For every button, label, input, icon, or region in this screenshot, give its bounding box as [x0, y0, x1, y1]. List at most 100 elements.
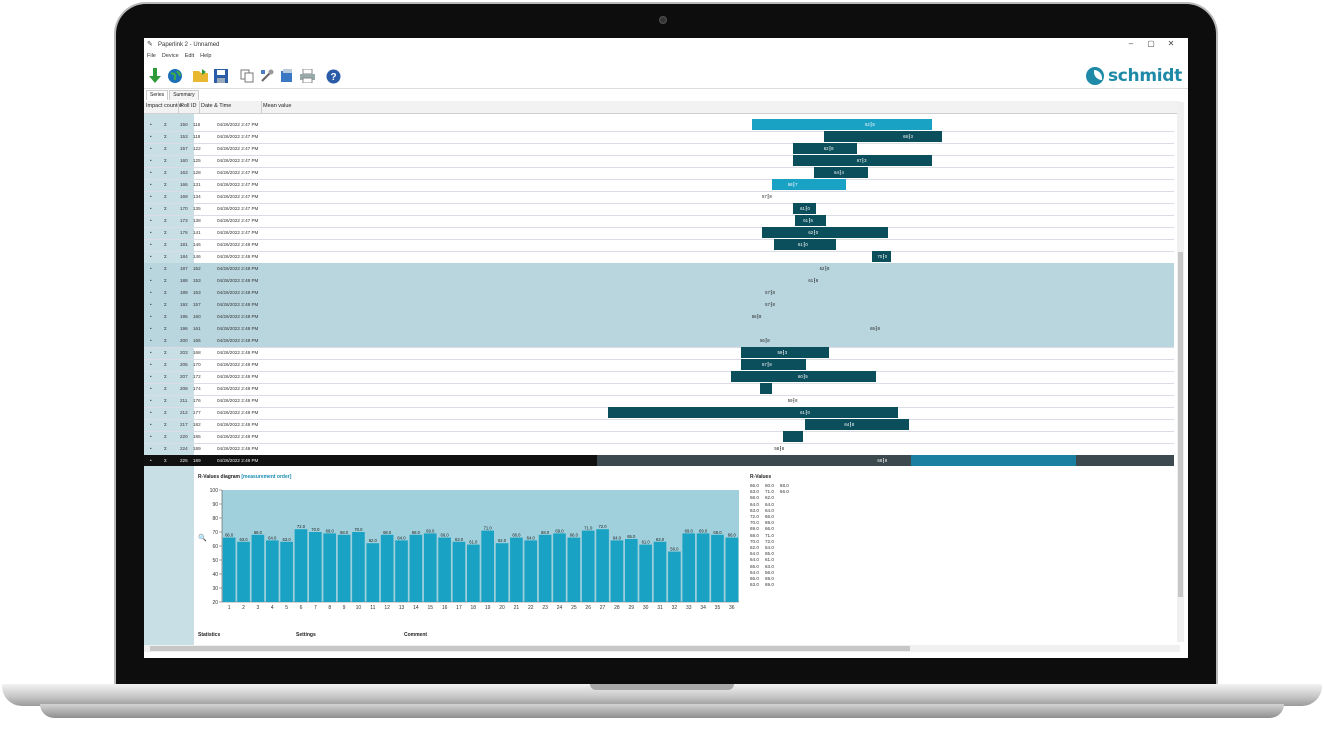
horizontal-scroll-thumb[interactable]: [150, 646, 910, 651]
y-tick-label: 70: [212, 530, 218, 536]
help-icon[interactable]: ?: [324, 67, 342, 85]
tab-series[interactable]: Series: [146, 90, 169, 100]
row-sum-icon: Σ: [164, 386, 167, 391]
impact-counter-cell: 166: [180, 182, 188, 187]
column-divider[interactable]: [199, 101, 200, 113]
mean-value-marker: 56┇8: [751, 314, 762, 319]
x-tick-label: 9: [343, 605, 346, 611]
menu-edit[interactable]: Edit: [185, 53, 194, 62]
svg-text:?: ?: [330, 72, 336, 83]
bar-data-label: 66.0: [441, 533, 450, 538]
bar-data-label: 71.0: [484, 526, 493, 531]
impact-counter-cell: 187: [180, 266, 188, 271]
mean-value-marker: 62┇8: [865, 122, 875, 127]
chart-bar: [510, 537, 523, 602]
roll-id-cell: 160: [193, 314, 201, 319]
mean-value-marker: 60┇5: [798, 374, 808, 379]
x-tick-label: 22: [528, 605, 534, 611]
app-window: ✎ Paperlink 2 - Unnamed – ▢ ✕ File Devic…: [144, 38, 1188, 658]
row-bullet: •: [150, 158, 152, 163]
column-header-roll-id[interactable]: Roll ID: [180, 103, 197, 109]
bar-data-label: 66.0: [570, 533, 579, 538]
mean-value-marker: 61┇0: [798, 242, 808, 247]
print-icon[interactable]: [298, 67, 316, 85]
row-sum-icon: Σ: [164, 410, 167, 415]
roll-id-cell: 138: [193, 218, 201, 223]
x-tick-label: 21: [514, 605, 520, 611]
statistics-label[interactable]: Statistics: [198, 632, 220, 638]
bar-data-label: 68.0: [713, 530, 722, 535]
row-sum-icon: Σ: [164, 134, 167, 139]
chart-bar: [653, 541, 667, 602]
bar-data-label: 68.0: [340, 530, 349, 535]
impact-counter-cell: 192: [180, 302, 188, 307]
table-row-current[interactable]: • Σ 225 189 04/26/2022 2:48 PM 68┇8: [144, 455, 1174, 466]
date-time-cell: 04/26/2022 2:47 PM: [217, 122, 259, 127]
row-bullet: •: [150, 422, 152, 427]
minimize-button[interactable]: –: [1122, 39, 1140, 48]
impact-counter-cell: 211: [180, 398, 188, 403]
mean-value-marker: 61┇0: [800, 410, 810, 415]
settings-tools-icon[interactable]: [258, 67, 276, 85]
horizontal-scrollbar[interactable]: [144, 645, 1180, 652]
mean-value-marker: 64┇8: [844, 422, 855, 427]
mean-value-marker: 61┇8: [808, 278, 819, 283]
chart-bar: [251, 534, 265, 602]
roll-id-cell: 134: [193, 194, 201, 199]
maximize-button[interactable]: ▢: [1142, 39, 1160, 48]
roll-id-cell: 146: [193, 242, 201, 247]
impact-counter-cell: 170: [180, 206, 188, 211]
roll-id-cell: 152: [193, 266, 201, 271]
row-bullet: •: [150, 410, 152, 415]
menu-help[interactable]: Help: [200, 53, 211, 62]
impact-counter-cell: 189: [180, 290, 188, 295]
impact-counter-cell: 208: [180, 386, 188, 391]
y-tick-label: 80: [212, 516, 218, 522]
row-bullet: •: [150, 326, 152, 331]
vertical-scrollbar[interactable]: [1177, 102, 1184, 642]
vertical-scroll-thumb[interactable]: [1178, 252, 1183, 597]
column-header-impact-counter[interactable]: Impact counter: [146, 103, 182, 109]
download-icon[interactable]: [146, 67, 164, 85]
chart-bar: [438, 537, 451, 602]
save-icon[interactable]: [212, 67, 230, 85]
impact-counter-cell: 188: [180, 278, 188, 283]
chart-bar: [294, 529, 308, 602]
roll-id-cell: 174: [193, 386, 201, 391]
chart-bar: [237, 541, 250, 602]
x-tick-label: 4: [271, 605, 274, 611]
globe-icon[interactable]: [166, 67, 184, 85]
close-button[interactable]: ✕: [1162, 39, 1180, 48]
title-bar: ✎ Paperlink 2 - Unnamed: [144, 38, 1188, 52]
chart-bar: [265, 540, 279, 602]
bar-data-label: 69.0: [685, 528, 694, 533]
bar-data-label: 68.0: [254, 530, 263, 535]
comment-label[interactable]: Comment: [404, 632, 427, 638]
bar-data-label: 63.0: [656, 537, 665, 542]
chart-bar: [538, 534, 552, 602]
r-value-cell: 66.0: [779, 489, 789, 495]
settings-label[interactable]: Settings: [296, 632, 316, 638]
r-value-cell: 69.0: [764, 582, 774, 588]
menu-device[interactable]: Device: [162, 53, 179, 62]
tab-summary[interactable]: Summary: [169, 90, 199, 100]
current-row-segment: [911, 455, 1077, 466]
chart-bar: [337, 534, 351, 602]
mean-value-marker: 61┇0: [800, 206, 810, 211]
column-header-date-time[interactable]: Date & Time: [201, 103, 231, 109]
bar-data-label: 61.0: [642, 540, 651, 545]
column-divider[interactable]: [261, 101, 262, 113]
export-icon[interactable]: [278, 67, 296, 85]
row-bullet: •: [150, 458, 152, 463]
open-folder-icon[interactable]: [192, 67, 210, 85]
copy-icon[interactable]: [238, 67, 256, 85]
date-time-cell: 04/26/2022 2:47 PM: [217, 146, 259, 151]
column-divider[interactable]: [178, 101, 179, 113]
row-bullet: •: [150, 362, 152, 367]
bar-data-label: 70.0: [311, 527, 320, 532]
column-header-mean-value[interactable]: Mean value: [263, 103, 291, 109]
date-time-cell: 04/26/2022 2:48 PM: [217, 278, 259, 283]
bar-data-label: 63.0: [239, 537, 248, 542]
row-sum-icon: Σ: [164, 326, 167, 331]
menu-file[interactable]: File: [147, 53, 156, 62]
